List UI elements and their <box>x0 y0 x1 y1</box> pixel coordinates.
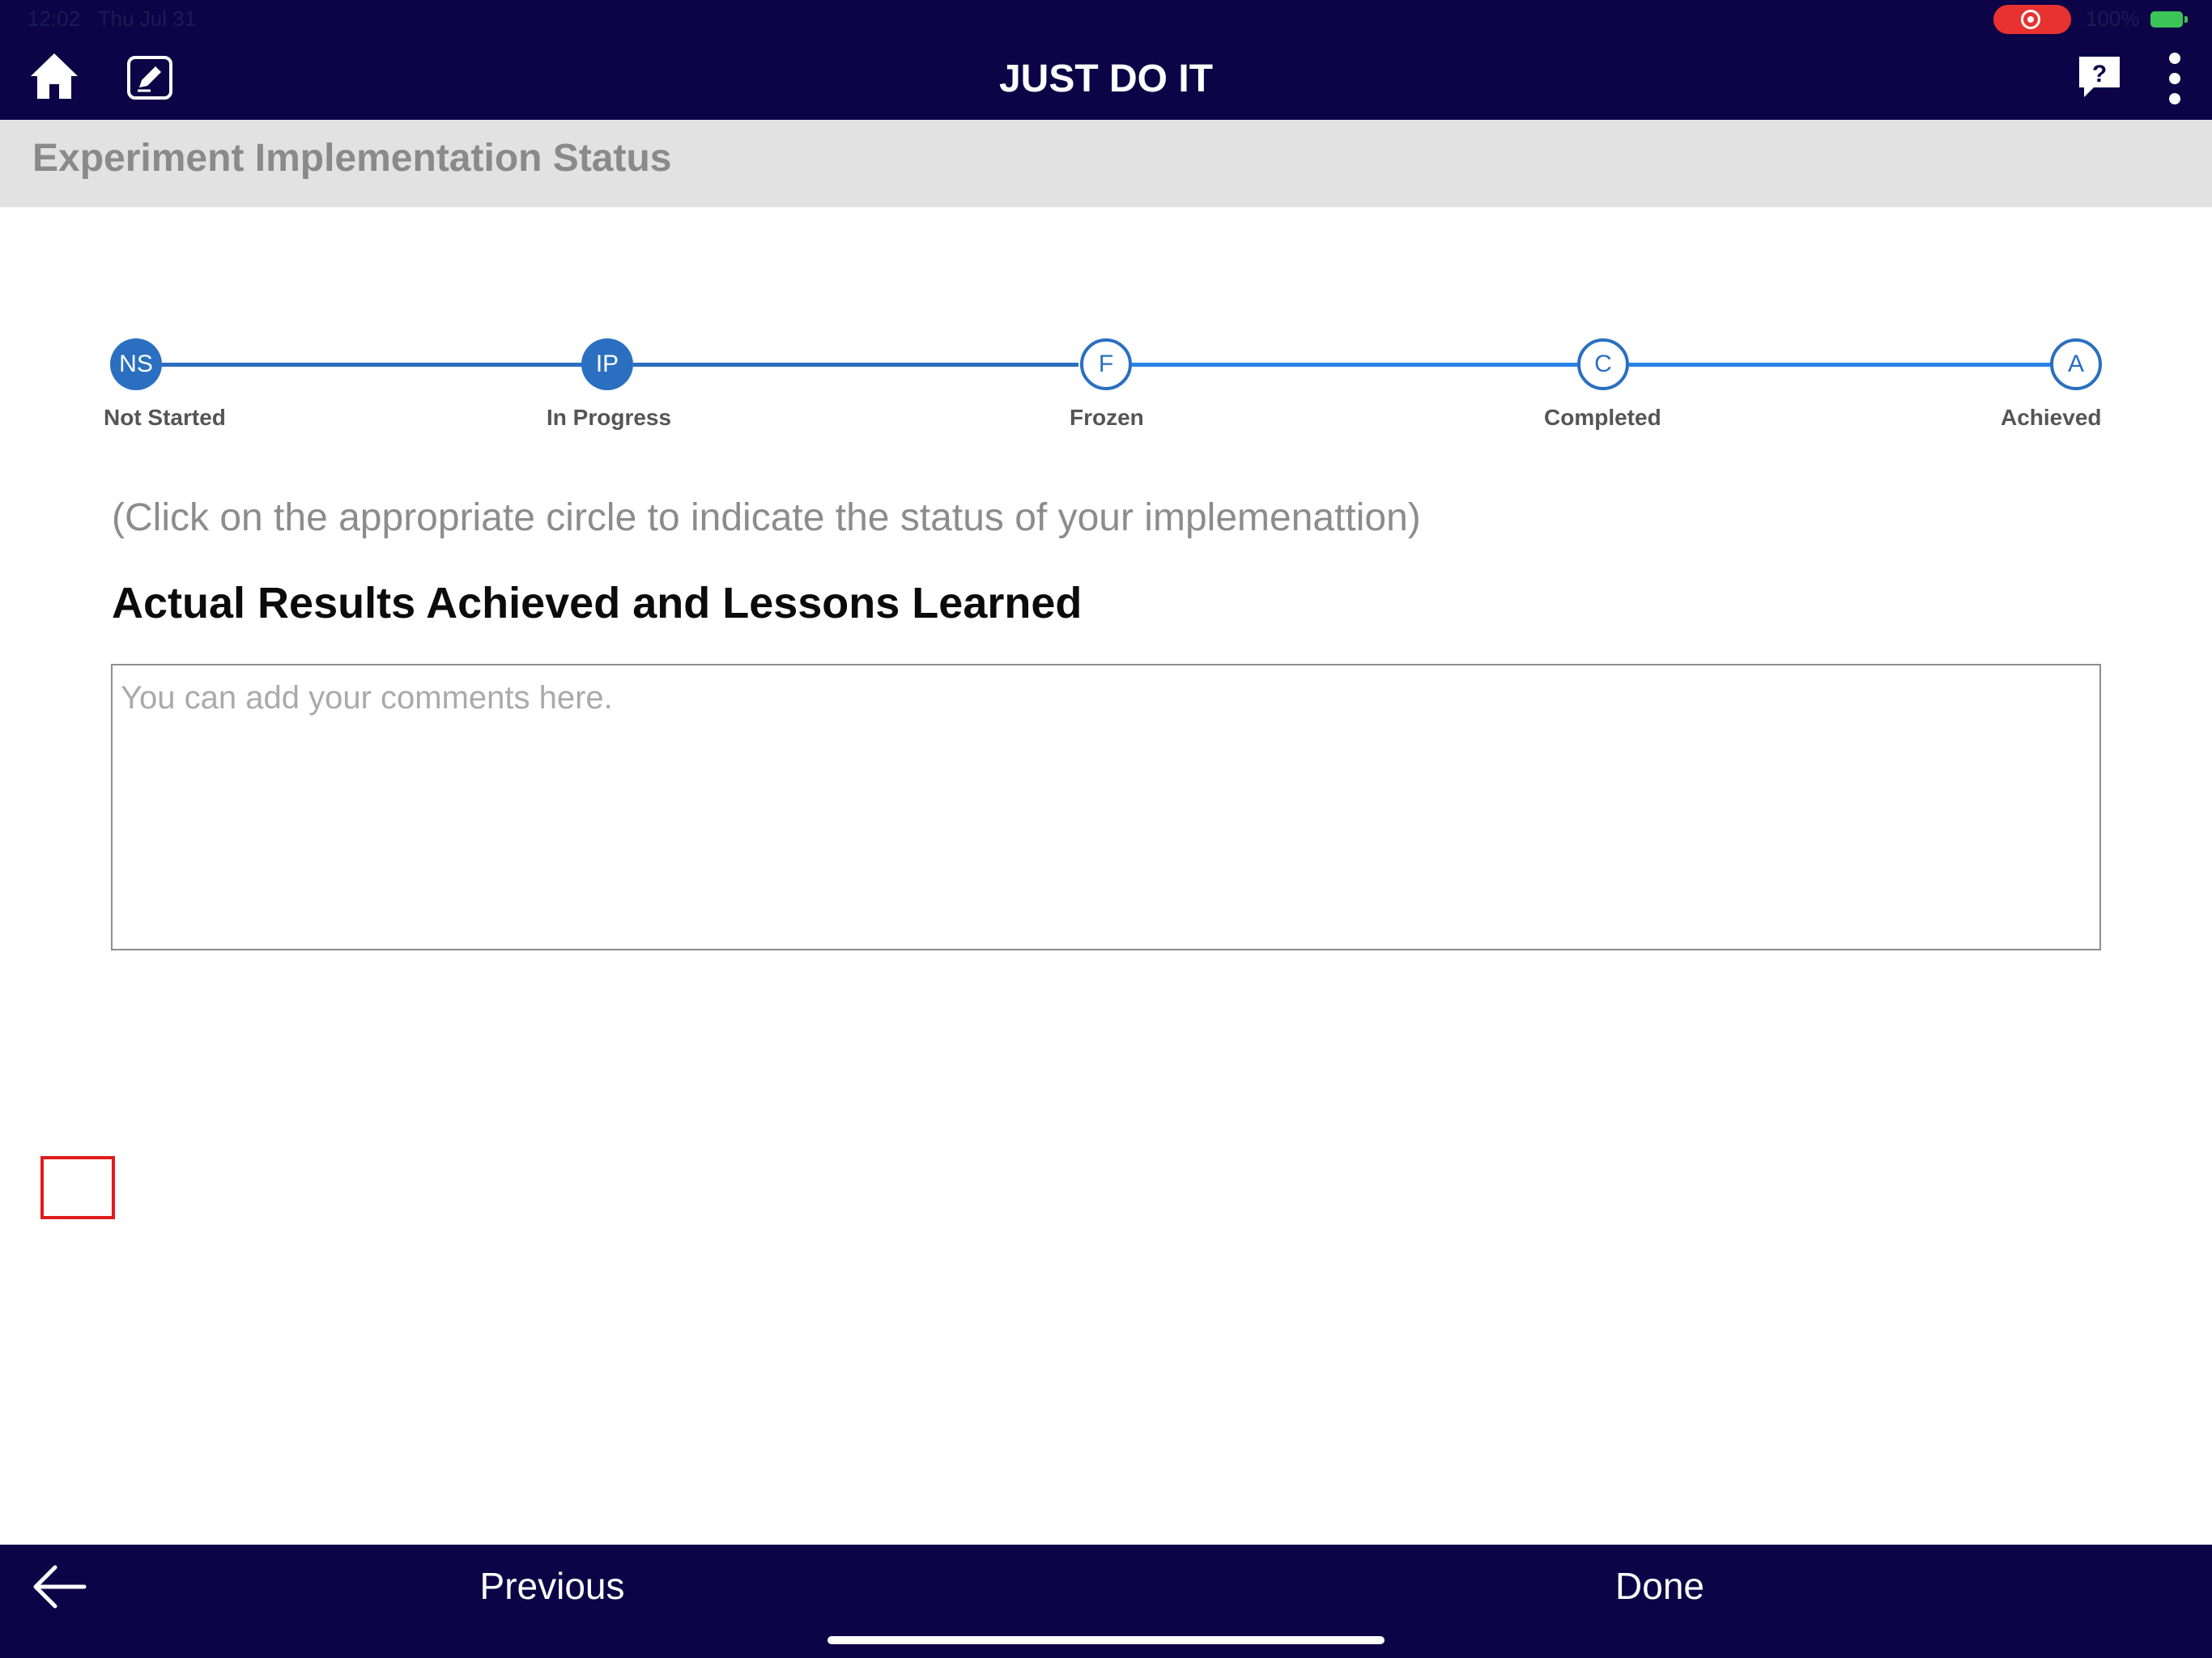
checkbox[interactable] <box>40 1156 115 1219</box>
battery-icon <box>2150 11 2188 28</box>
svg-text:?: ? <box>2092 61 2107 87</box>
done-button[interactable]: Done <box>1579 1564 1741 1608</box>
previous-button[interactable]: Previous <box>471 1564 633 1608</box>
step-connector <box>162 363 607 367</box>
step-label-achieved: Achieved <box>2001 405 2102 430</box>
step-in-progress[interactable]: IP <box>581 338 633 390</box>
app-title: JUST DO IT <box>998 57 1214 100</box>
help-icon[interactable]: ? <box>2076 55 2123 104</box>
comments-textarea[interactable] <box>111 664 2101 950</box>
step-connector <box>633 363 1078 367</box>
step-connector <box>1132 363 1577 367</box>
results-heading: Actual Results Achieved and Lessons Lear… <box>112 579 1083 627</box>
battery-percentage: 100% <box>2086 6 2140 31</box>
step-connector <box>1629 363 2050 367</box>
home-indicator <box>827 1636 1385 1644</box>
step-achieved[interactable]: A <box>2050 338 2102 390</box>
step-not-started[interactable]: NS <box>110 338 162 390</box>
more-vertical-icon[interactable] <box>2167 52 2183 109</box>
step-label-completed: Completed <box>1544 405 1661 430</box>
status-time: 12:02 Thu Jul 31 <box>28 6 197 31</box>
stepper-hint: (Click on the appropriate circle to indi… <box>112 496 1421 539</box>
screen-record-indicator <box>1993 5 2071 34</box>
step-label-not-started: Not Started <box>104 405 226 430</box>
step-completed[interactable]: C <box>1577 338 1629 390</box>
step-frozen[interactable]: F <box>1080 338 1132 390</box>
section-title: Experiment Implementation Status <box>32 137 672 180</box>
step-label-frozen: Frozen <box>1070 405 1144 430</box>
step-label-in-progress: In Progress <box>547 405 672 430</box>
arrow-left-icon[interactable] <box>31 1562 87 1615</box>
